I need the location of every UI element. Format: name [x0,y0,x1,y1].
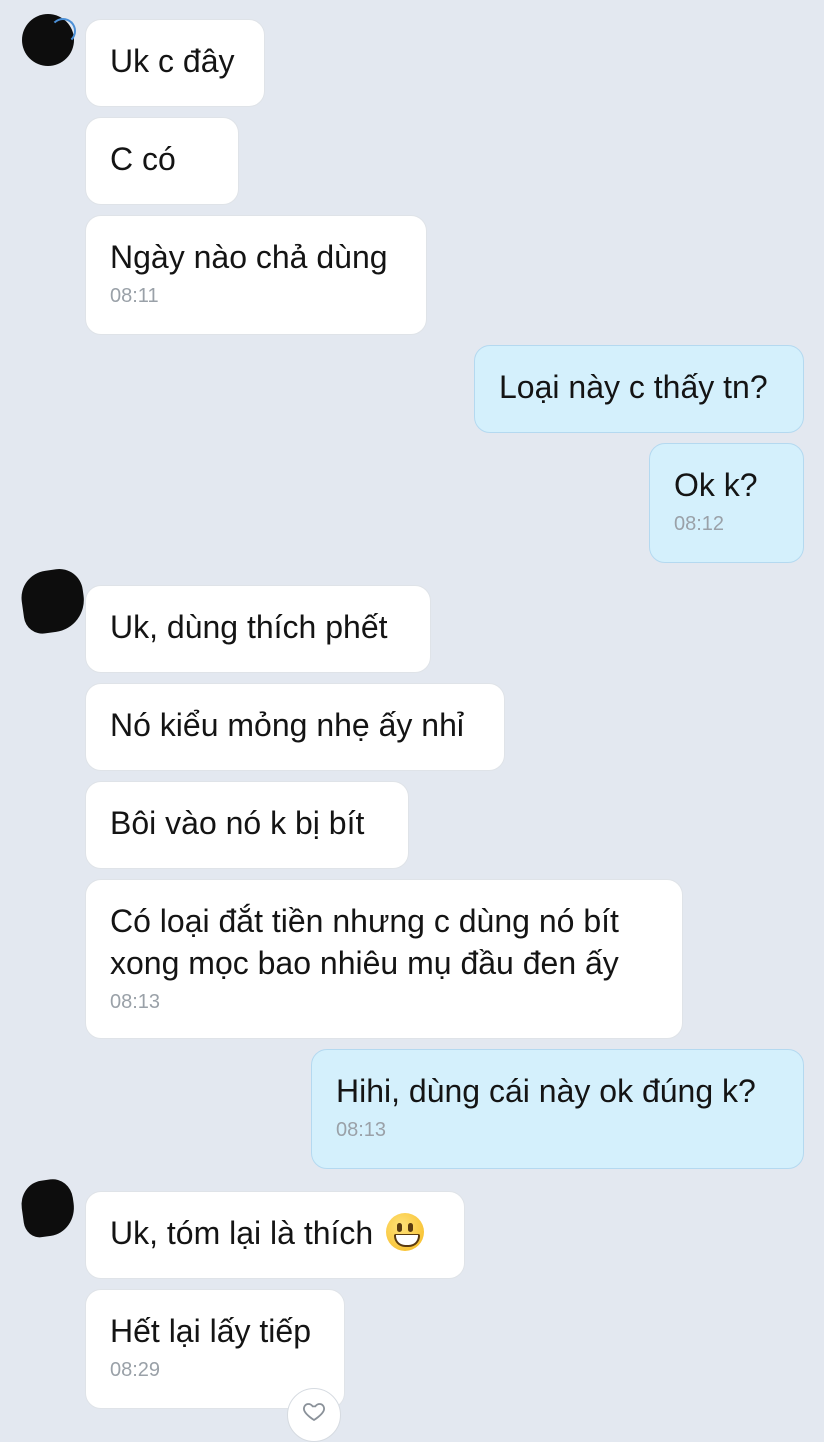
message-bubble-outgoing[interactable]: Hihi, dùng cái này ok đúng k? 08:13 [311,1049,804,1169]
message-text: Ngày nào chả dùng [110,239,388,275]
message-timestamp: 08:13 [336,1119,387,1141]
message-text: Có loại đắt tiền nhưng c dùng nó bít xon… [110,903,619,981]
message-timestamp: 08:11 [110,285,159,307]
emoji-mouth [394,1234,421,1247]
grinning-face-emoji-icon [386,1213,425,1251]
message-bubble-incoming[interactable]: Có loại đắt tiền nhưng c dùng nó bít xon… [85,879,683,1039]
emoji-eye [408,1223,414,1232]
message-bubble-incoming[interactable]: Nó kiểu mỏng nhẹ ấy nhỉ [85,683,505,771]
message-bubble-outgoing[interactable]: Loại này c thấy tn? [474,345,804,433]
emoji-eye [397,1223,403,1232]
message-bubble-incoming[interactable]: Uk, tóm lại là thích [85,1191,465,1279]
message-text: Nó kiểu mỏng nhẹ ấy nhỉ [110,707,464,743]
message-text: Loại này c thấy tn? [499,369,768,405]
message-bubble-incoming[interactable]: Uk c đây [85,19,265,107]
heart-outline-icon [303,1403,325,1422]
message-bubble-incoming[interactable]: Uk, dùng thích phết [85,585,431,673]
contact-avatar[interactable] [22,14,76,66]
reaction-button[interactable] [287,1388,341,1442]
message-text: Hihi, dùng cái này ok đúng k? [336,1073,756,1109]
message-text: Uk, tóm lại là thích [110,1212,440,1254]
message-text: Uk c đây [110,43,235,79]
message-text: Ok k? [674,467,758,503]
message-text: Bôi vào nó k bị bít [110,805,365,841]
message-text: Hết lại lấy tiếp [110,1313,311,1349]
message-timestamp: 08:13 [110,991,161,1013]
message-bubble-outgoing[interactable]: Ok k? 08:12 [649,443,804,563]
message-timestamp: 08:12 [674,513,725,535]
message-timestamp: 08:29 [110,1359,161,1381]
message-bubble-incoming[interactable]: Bôi vào nó k bị bít [85,781,409,869]
contact-avatar[interactable] [18,1176,78,1240]
avatar-ring [50,18,76,44]
message-text: Uk, dùng thích phết [110,609,388,645]
message-text: C có [110,141,176,177]
message-bubble-incoming[interactable]: C có [85,117,239,205]
contact-avatar[interactable] [17,565,89,637]
message-bubble-incoming[interactable]: Ngày nào chả dùng 08:11 [85,215,427,335]
chat-thread: Uk c đây C có Ngày nào chả dùng 08:11 Lo… [0,0,824,1442]
message-text-content: Uk, tóm lại là thích [110,1215,374,1251]
